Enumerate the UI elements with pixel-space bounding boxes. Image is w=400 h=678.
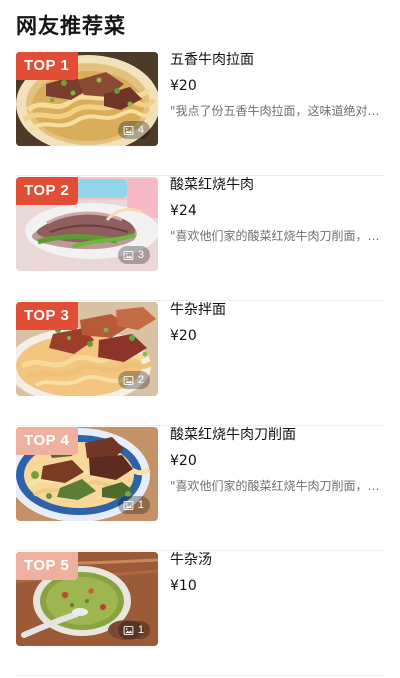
photo-count-badge[interactable]: 4 xyxy=(117,121,150,139)
dish-review: "喜欢他们家的酸菜红烧牛肉刀削面，好... xyxy=(170,479,388,493)
dish-item-top-2[interactable]: TOP 2 3 酸菜红烧牛肉 ¥24 "喜欢他们家的酸菜红烧牛肉刀削面，好... xyxy=(0,176,400,301)
photo-count: 1 xyxy=(137,499,144,511)
dish-price: ¥24 xyxy=(170,203,197,219)
dish-name[interactable]: 酸菜红烧牛肉 xyxy=(170,176,388,194)
dish-photo[interactable]: TOP 5 1 xyxy=(16,552,158,646)
dish-price: ¥20 xyxy=(170,328,197,344)
image-gallery-icon xyxy=(123,125,134,135)
photo-count-badge[interactable]: 2 xyxy=(117,371,150,389)
photo-count: 1 xyxy=(137,624,144,636)
dish-item-top-1[interactable]: TOP 1 4 五香牛肉拉面 ¥20 "我点了份五香牛肉拉面，这味道绝对好吃" xyxy=(0,51,400,176)
dish-price: ¥20 xyxy=(170,78,197,94)
image-gallery-icon xyxy=(123,625,134,635)
dish-name[interactable]: 五香牛肉拉面 xyxy=(170,51,388,69)
dish-info: 五香牛肉拉面 ¥20 "我点了份五香牛肉拉面，这味道绝对好吃" xyxy=(170,51,388,119)
dish-item-top-3[interactable]: TOP 3 2 牛杂拌面 ¥20 xyxy=(0,301,400,426)
dish-review: "我点了份五香牛肉拉面，这味道绝对好吃" xyxy=(170,104,388,118)
dish-photo[interactable]: TOP 3 2 xyxy=(16,302,158,396)
dish-list: TOP 1 4 五香牛肉拉面 ¥20 "我点了份五香牛肉拉面，这味道绝对好吃" xyxy=(0,51,400,676)
page-title: 网友推荐菜 xyxy=(16,14,126,38)
dish-review: "喜欢他们家的酸菜红烧牛肉刀削面，好... xyxy=(170,229,388,243)
dish-photo[interactable]: TOP 2 3 xyxy=(16,177,158,271)
dish-info: 酸菜红烧牛肉 ¥24 "喜欢他们家的酸菜红烧牛肉刀削面，好... xyxy=(170,176,388,244)
dish-info: 牛杂汤 ¥10 xyxy=(170,551,388,603)
photo-count: 4 xyxy=(137,124,144,136)
image-gallery-icon xyxy=(123,375,134,385)
dish-name[interactable]: 酸菜红烧牛肉刀削面 xyxy=(170,426,388,444)
dish-info: 牛杂拌面 ¥20 xyxy=(170,301,388,353)
dish-photo[interactable]: TOP 1 4 xyxy=(16,52,158,146)
dish-price: ¥20 xyxy=(170,453,197,469)
rank-badge: TOP 2 xyxy=(16,177,79,205)
photo-count-badge[interactable]: 3 xyxy=(117,246,150,264)
image-gallery-icon xyxy=(123,500,134,510)
rank-badge: TOP 3 xyxy=(16,302,79,330)
dish-price: ¥10 xyxy=(170,578,197,594)
photo-count-badge[interactable]: 1 xyxy=(117,496,150,514)
image-gallery-icon xyxy=(123,250,134,260)
dish-name[interactable]: 牛杂拌面 xyxy=(170,301,388,319)
rank-badge: TOP 1 xyxy=(16,52,79,80)
dish-item-top-5[interactable]: TOP 5 1 牛杂汤 ¥10 xyxy=(0,551,400,676)
dish-item-top-4[interactable]: TOP 4 1 酸菜红烧牛肉刀削面 ¥20 "喜欢他们家的酸菜红烧牛肉刀削面，好… xyxy=(0,426,400,551)
photo-count: 3 xyxy=(137,249,144,261)
dish-info: 酸菜红烧牛肉刀削面 ¥20 "喜欢他们家的酸菜红烧牛肉刀削面，好... xyxy=(170,426,388,494)
dish-name[interactable]: 牛杂汤 xyxy=(170,551,388,569)
recommended-dishes-page: 网友推荐菜 TOP 1 4 五香牛肉拉面 ¥20 "我点了份五香牛肉拉面，这味道… xyxy=(0,0,400,678)
rank-badge: TOP 4 xyxy=(16,427,79,455)
rank-badge: TOP 5 xyxy=(16,552,79,580)
photo-count: 2 xyxy=(137,374,144,386)
dish-photo[interactable]: TOP 4 1 xyxy=(16,427,158,521)
photo-count-badge[interactable]: 1 xyxy=(117,621,150,639)
